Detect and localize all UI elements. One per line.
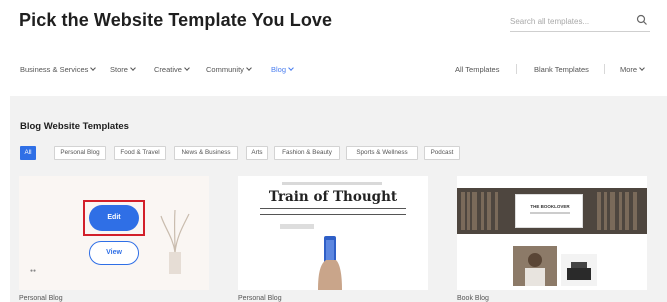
page-title: Pick the Website Template You Love [19, 10, 333, 30]
chip-news-business[interactable]: News & Business [174, 146, 238, 160]
nav-divider [516, 64, 517, 74]
chip-arts[interactable]: Arts [246, 146, 268, 160]
template-card-personal-blog-2[interactable]: Train of Thought [238, 176, 428, 290]
section-title: Blog Website Templates [20, 121, 129, 132]
chevron-down-icon [90, 65, 97, 71]
nav-community[interactable]: Community [206, 65, 252, 74]
nav-more[interactable]: More [620, 65, 645, 74]
chip-fashion-beauty[interactable]: Fashion & Beauty [274, 146, 340, 160]
preview-title: THE BOOKLOVER [530, 204, 570, 209]
nav-blog[interactable]: Blog [271, 65, 294, 74]
preview-title: Train of Thought [268, 189, 398, 205]
preview-nav [282, 182, 382, 185]
chip-all[interactable]: All [20, 146, 36, 160]
preview-rule [260, 214, 406, 215]
nav-business-services[interactable]: Business & Services [20, 65, 97, 74]
template-card-book-blog[interactable]: THE BOOKLOVER [457, 176, 647, 290]
card-label: Personal Blog [19, 295, 63, 302]
preview-title-box: THE BOOKLOVER [515, 194, 583, 228]
category-nav: Business & Services Store Creative Commu… [0, 58, 667, 84]
chevron-down-icon [246, 65, 252, 71]
preview-subtitle [530, 212, 570, 214]
hand-phone-image [318, 236, 342, 290]
search-box[interactable] [510, 10, 650, 32]
preview-tag [280, 224, 314, 229]
nav-creative[interactable]: Creative [154, 65, 190, 74]
view-button[interactable]: View [89, 241, 139, 265]
preview-rule [260, 208, 406, 209]
card-label: Book Blog [457, 295, 489, 302]
nav-divider [604, 64, 605, 74]
chip-personal-blog[interactable]: Personal Blog [54, 146, 106, 160]
card-logo: ●● [30, 268, 37, 274]
nav-store[interactable]: Store [110, 65, 136, 74]
card-label: Personal Blog [238, 295, 282, 302]
chip-podcast[interactable]: Podcast [424, 146, 460, 160]
chip-food-travel[interactable]: Food & Travel [114, 146, 166, 160]
chevron-down-icon [288, 65, 294, 71]
header: Pick the Website Template You Love [0, 0, 667, 48]
chevron-down-icon [130, 65, 136, 71]
nav-all-templates[interactable]: All Templates [455, 65, 499, 74]
chevron-down-icon [184, 65, 190, 71]
typewriter-photo [561, 254, 597, 286]
search-icon[interactable] [636, 14, 648, 26]
search-input[interactable] [510, 12, 630, 30]
edit-button[interactable]: Edit [89, 205, 139, 231]
nav-blank-templates[interactable]: Blank Templates [534, 65, 589, 74]
chip-sports-wellness[interactable]: Sports & Wellness [346, 146, 418, 160]
chevron-down-icon [639, 65, 645, 71]
plant-illustration [160, 209, 190, 274]
reader-photo [513, 246, 557, 286]
template-card-personal-blog-1[interactable]: Edit View ●● [19, 176, 209, 290]
